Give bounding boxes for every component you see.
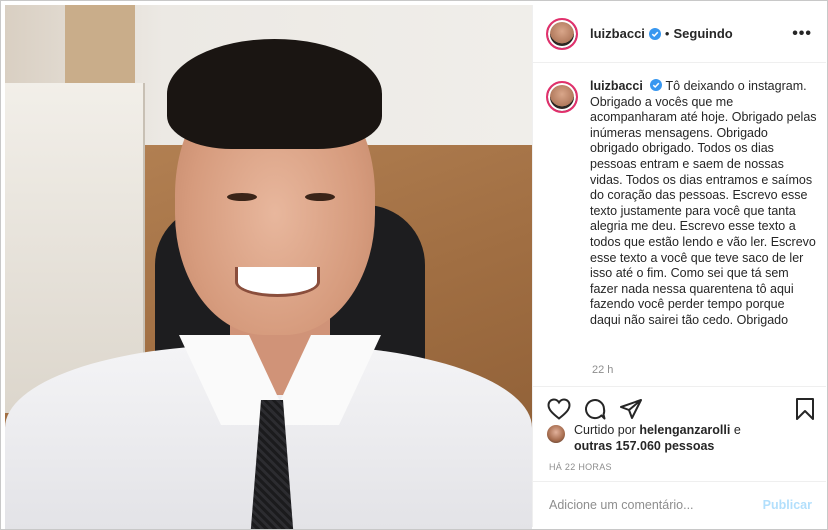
liker-avatar[interactable] — [547, 425, 565, 443]
photo-hair — [167, 39, 382, 149]
following-button[interactable]: Seguindo — [673, 26, 732, 41]
publish-button[interactable]: Publicar — [763, 498, 812, 512]
post-header: luizbacci • Seguindo ••• — [533, 5, 826, 63]
save-button[interactable] — [791, 395, 819, 423]
share-button[interactable] — [617, 395, 645, 423]
avatar[interactable] — [546, 17, 578, 50]
like-button[interactable] — [545, 395, 573, 423]
caption: luizbacci Tô deixando o instagram. Obrig… — [546, 79, 818, 329]
post-photo[interactable] — [5, 5, 532, 529]
likes-prefix: Curtido por — [574, 423, 636, 437]
comment-icon — [585, 399, 606, 420]
caption-username[interactable]: luizbacci — [590, 79, 643, 93]
likes-summary: Curtido por helenganzarolli e outras 157… — [547, 423, 817, 454]
heart-icon — [547, 398, 571, 420]
divider — [533, 386, 826, 387]
photo-smile — [235, 267, 320, 297]
photo-door — [65, 5, 135, 95]
action-bar — [533, 391, 826, 427]
comment-input[interactable] — [549, 497, 763, 512]
comment-bar: Publicar — [533, 481, 826, 527]
more-icon[interactable]: ••• — [792, 25, 812, 43]
likes-text: Curtido por helenganzarolli e outras 157… — [574, 423, 741, 454]
header-username[interactable]: luizbacci — [590, 26, 645, 41]
verified-icon — [650, 79, 663, 91]
post-window: luizbacci • Seguindo ••• luizbacci Tô de… — [0, 0, 828, 530]
bookmark-icon — [796, 398, 814, 420]
share-icon — [620, 399, 642, 419]
caption-age[interactable]: 22 h — [592, 364, 613, 376]
post-timestamp[interactable]: HÁ 22 HORAS — [549, 462, 612, 472]
caption-body: luizbacci Tô deixando o instagram. Obrig… — [590, 79, 818, 329]
caption-avatar[interactable] — [546, 81, 578, 113]
photo-eye-right — [305, 193, 335, 201]
likes-others[interactable]: outras 157.060 pessoas — [574, 439, 714, 453]
comment-button[interactable] — [581, 395, 609, 423]
header-separator: • — [664, 26, 670, 41]
caption-text: Tô deixando o instagram. Obrigado a você… — [590, 79, 817, 327]
photo-eye-left — [227, 193, 257, 201]
verified-icon — [648, 27, 661, 40]
likes-conjunction: e — [733, 423, 741, 437]
liker-username[interactable]: helenganzarolli — [639, 423, 730, 437]
post-side-panel: luizbacci • Seguindo ••• luizbacci Tô de… — [532, 5, 826, 527]
